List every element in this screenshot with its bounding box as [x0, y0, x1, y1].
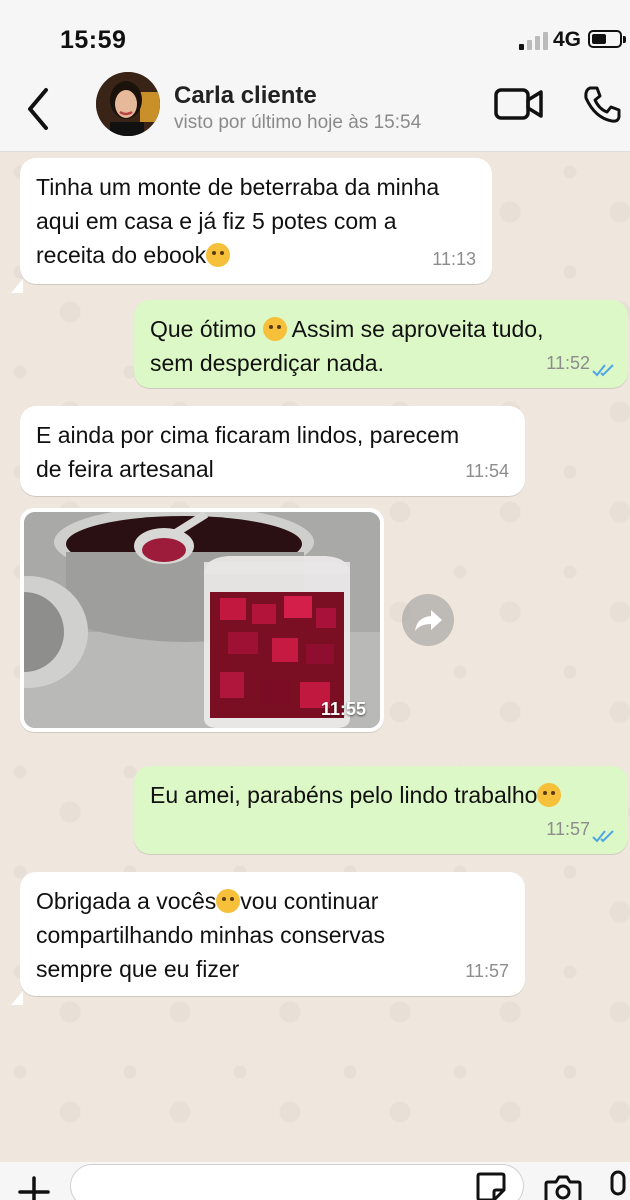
- sticker-icon: [476, 1172, 506, 1200]
- message-text-line: sem desperdiçar nada.: [150, 350, 384, 376]
- incoming-message[interactable]: Tinha um monte de beterraba da minha aqu…: [20, 158, 492, 284]
- message-time: 11:57: [546, 819, 590, 839]
- bubble-tail: [11, 991, 23, 1005]
- status-time: 15:59: [60, 26, 127, 54]
- last-seen-status: visto por último hoje às 15:54: [174, 112, 422, 133]
- pleading-face-icon: [537, 783, 562, 807]
- message-text-line: de feira artesanal: [36, 456, 214, 482]
- outgoing-message[interactable]: Que ótimo Assim se aproveita tudo, sem d…: [134, 300, 628, 388]
- smiling-face-icon: [262, 317, 287, 341]
- incoming-message[interactable]: E ainda por cima ficaram lindos, parecem…: [20, 406, 525, 496]
- message-time: 11:57: [465, 961, 509, 981]
- message-text-line: Que ótimo Assim se aproveita tudo,: [150, 316, 544, 342]
- double-check-icon: [592, 830, 614, 843]
- microphone-icon: [610, 1170, 626, 1196]
- message-time: 11:13: [432, 249, 476, 269]
- voice-call-button[interactable]: [582, 84, 622, 124]
- message-text-line: aqui em casa e já fiz 5 potes com a: [36, 208, 397, 234]
- contact-name[interactable]: Carla cliente: [174, 82, 317, 110]
- message-text-line: Eu amei, parabéns pelo lindo trabalho: [150, 778, 612, 812]
- plus-icon: [18, 1176, 50, 1200]
- attach-button[interactable]: [16, 1174, 52, 1200]
- message-photo[interactable]: 11:55: [24, 512, 380, 728]
- network-type: 4G: [553, 28, 582, 51]
- message-time: 11:52: [546, 353, 590, 373]
- message-text-line: sempre que eu fizer: [36, 956, 240, 982]
- bubble-tail: [11, 279, 23, 293]
- message-time: 11:55: [320, 699, 366, 719]
- avatar[interactable]: [96, 72, 160, 136]
- chat-header: Carla cliente visto por último hoje às 1…: [0, 72, 630, 152]
- composer-bar: [0, 1162, 630, 1200]
- message-input[interactable]: [70, 1164, 524, 1200]
- sticker-button[interactable]: [474, 1170, 508, 1200]
- phone-icon: [584, 86, 621, 123]
- back-arrow-icon: [28, 88, 48, 130]
- message-text-line: Obrigada a vocês vou continuar: [36, 888, 379, 914]
- back-button[interactable]: [20, 80, 60, 130]
- battery-icon: [588, 30, 626, 48]
- avatar-photo: [96, 72, 160, 136]
- outgoing-message[interactable]: Eu amei, parabéns pelo lindo trabalho 11…: [134, 766, 628, 854]
- message-text-line: E ainda por cima ficaram lindos, parecem: [36, 422, 460, 448]
- double-check-icon: [592, 364, 614, 377]
- message-text-line: receita do ebook: [36, 238, 476, 272]
- incoming-message[interactable]: Obrigada a vocês vou continuar compartilh…: [20, 872, 525, 996]
- video-call-icon: [494, 88, 543, 120]
- video-call-button[interactable]: [494, 86, 544, 122]
- message-time: 11:54: [465, 461, 509, 481]
- pickled-beets-photo: [24, 512, 380, 728]
- forward-icon: [415, 610, 442, 631]
- camera-button[interactable]: [544, 1174, 582, 1200]
- camera-icon: [544, 1175, 582, 1200]
- message-text-line: Tinha um monte de beterraba da minha: [36, 174, 440, 200]
- microphone-button[interactable]: [606, 1170, 630, 1200]
- smiling-face-with-hearts-icon: [206, 243, 231, 267]
- signal-strength-icon: [519, 30, 549, 50]
- chat-area[interactable]: Tinha um monte de beterraba da minha aqu…: [0, 152, 630, 1162]
- message-text-line: compartilhando minhas conservas: [36, 922, 386, 948]
- face-blowing-kiss-icon: [216, 889, 241, 913]
- forward-button[interactable]: [402, 594, 454, 646]
- image-message[interactable]: 11:55: [20, 508, 384, 732]
- status-bar: 15:59 4G: [0, 0, 630, 72]
